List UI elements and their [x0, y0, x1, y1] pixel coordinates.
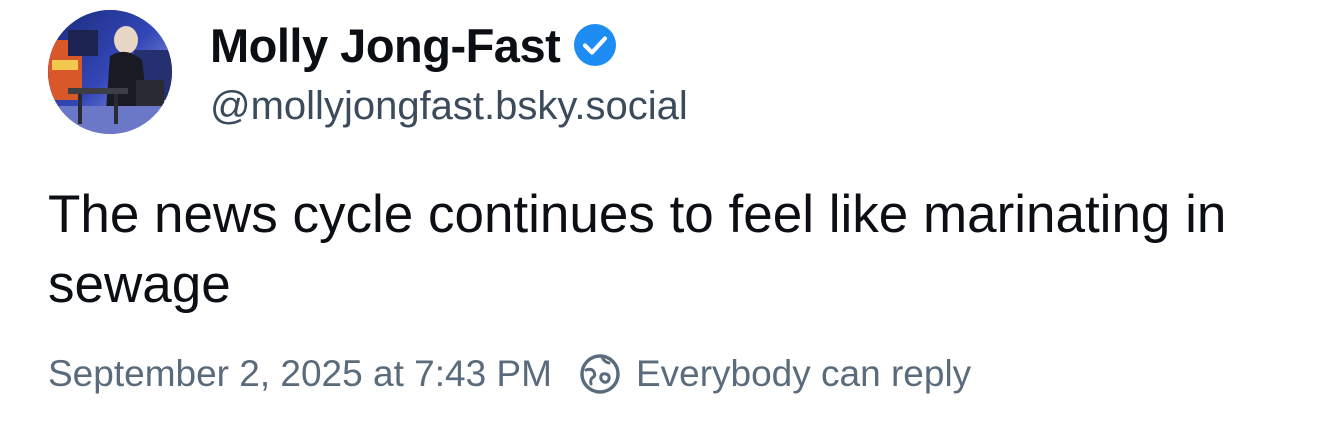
avatar[interactable]	[48, 10, 172, 134]
post-timestamp: September 2, 2025 at 7:43 PM	[48, 353, 552, 394]
reply-setting-label[interactable]: Everybody can reply	[636, 353, 971, 395]
post-author: Molly Jong-Fast @mollyjongfast.bsky.soci…	[210, 14, 688, 129]
author-handle[interactable]: @mollyjongfast.bsky.social	[210, 84, 688, 129]
post-meta: September 2, 2025 at 7:43 PM Everybody c…	[48, 352, 971, 396]
post-text: The news cycle continues to feel like ma…	[48, 185, 1227, 314]
verified-check-icon[interactable]	[572, 22, 618, 68]
globe-reply-icon	[578, 352, 622, 396]
author-name-row: Molly Jong-Fast	[210, 14, 688, 76]
author-display-name[interactable]: Molly Jong-Fast	[210, 18, 561, 73]
avatar-image	[48, 10, 172, 134]
